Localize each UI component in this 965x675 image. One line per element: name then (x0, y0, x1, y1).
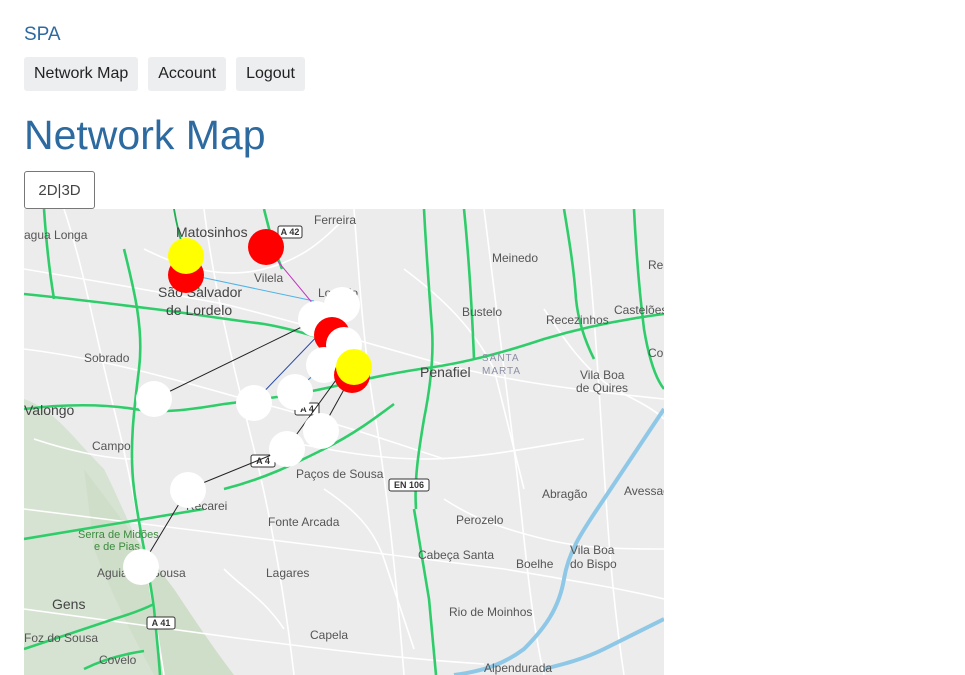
place-label: Rea (648, 258, 664, 272)
network-map[interactable]: A 42 A 4 A 4 EN 106 A 41 Matosinhos Ferr… (24, 209, 664, 675)
map-canvas[interactable]: A 42 A 4 A 4 EN 106 A 41 Matosinhos Ferr… (24, 209, 664, 675)
place-label: Capela (310, 628, 348, 642)
place-label: Castelões (614, 303, 664, 317)
nav-account-button[interactable]: Account (148, 57, 227, 91)
place-label: Vila Boa (580, 368, 625, 382)
place-label: Avessad (624, 484, 664, 498)
place-label: Serra de Midões (78, 529, 159, 541)
place-label: de Quires (576, 381, 628, 395)
road-shield-en106: EN 106 (388, 478, 430, 492)
nav-logout-button[interactable]: Logout (236, 57, 305, 91)
place-label: Valongo (24, 402, 75, 418)
place-label: de Lordelo (166, 302, 232, 318)
place-label: Abragão (542, 487, 588, 501)
place-label: Gens (52, 596, 85, 612)
svg-text:EN 106: EN 106 (394, 480, 424, 490)
network-node-red[interactable] (248, 229, 284, 265)
page-title: Network Map (24, 112, 266, 158)
place-label: Vilela (254, 271, 283, 285)
svg-text:A 42: A 42 (281, 227, 300, 237)
network-node-yellow[interactable] (168, 238, 204, 274)
place-label: Col (648, 346, 664, 360)
place-label: Campo (92, 439, 131, 453)
place-label: Covelo (99, 653, 137, 667)
place-label: Sobrado (84, 351, 130, 365)
network-node-white[interactable] (170, 472, 206, 508)
place-label: Penafiel (420, 364, 471, 380)
place-label: Lagares (266, 566, 309, 580)
network-node-white[interactable] (277, 374, 313, 410)
place-label: Cabeça Santa (418, 548, 494, 562)
place-label: Perozelo (456, 513, 504, 527)
view-toggle-button[interactable]: 2D|3D (24, 171, 95, 209)
place-label: Fonte Arcada (268, 515, 340, 529)
network-node-white[interactable] (123, 549, 159, 585)
network-node-white[interactable] (303, 413, 339, 449)
place-label: São Salvador (158, 284, 242, 300)
region-label: SANTA (482, 353, 520, 364)
place-label: Foz do Sousa (24, 631, 98, 645)
place-label: Vila Boa (570, 543, 615, 557)
svg-text:A 4: A 4 (256, 456, 270, 466)
place-label: Paços de Sousa (296, 467, 384, 481)
region-label: MARTA (482, 366, 521, 377)
brand-link[interactable]: SPA (24, 24, 61, 46)
network-node-white[interactable] (236, 385, 272, 421)
network-node-white[interactable] (269, 431, 305, 467)
place-label: Meinedo (492, 251, 538, 265)
network-node-yellow[interactable] (336, 349, 372, 385)
place-label: Recezinhos (546, 313, 609, 327)
nav-network-map-button[interactable]: Network Map (24, 57, 139, 91)
top-nav: Network Map Account Logout (24, 57, 305, 91)
place-label: Matosinhos (176, 224, 248, 240)
place-label: Rio de Moinhos (449, 605, 532, 619)
place-label: do Bispo (570, 557, 617, 571)
place-label: Ferreira (314, 213, 356, 227)
place-label: Bustelo (462, 305, 502, 319)
place-label: agua Longa (24, 228, 88, 242)
svg-text:A 41: A 41 (152, 618, 171, 628)
road-shield-a41: A 41 (146, 616, 176, 630)
road-shield-a42: A 42 (277, 225, 303, 239)
place-label: Boelhe (516, 557, 554, 571)
network-node-white[interactable] (136, 381, 172, 417)
place-label: Alpendurada (484, 661, 552, 675)
